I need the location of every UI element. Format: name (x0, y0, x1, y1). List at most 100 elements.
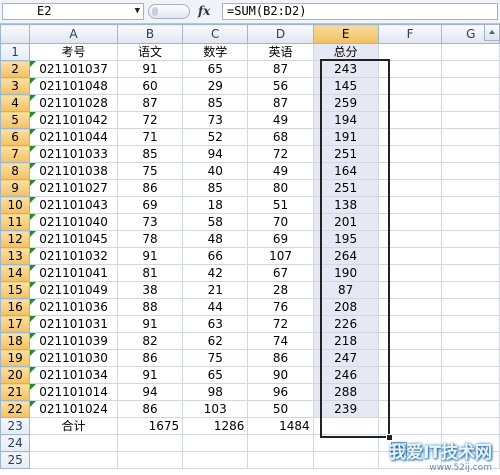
row-header[interactable]: 17 (0, 315, 31, 333)
cell[interactable] (247, 451, 314, 469)
row-header[interactable]: 9 (0, 179, 31, 197)
cell[interactable] (441, 400, 500, 418)
cell-sum-math[interactable]: 1286 (182, 417, 249, 435)
cell-total-label[interactable]: 合计 (29, 417, 118, 435)
cell-chinese[interactable]: 91 (116, 247, 184, 265)
cell-total[interactable]: 288 (312, 383, 379, 401)
cell-english[interactable]: 72 (247, 145, 314, 163)
cell-exam-no[interactable]: 021101043 (29, 196, 118, 214)
cell-english[interactable]: 72 (247, 315, 314, 333)
cell[interactable] (312, 451, 379, 469)
cell-math[interactable]: 48 (182, 230, 249, 248)
cell[interactable] (441, 128, 500, 146)
cell-english[interactable]: 51 (247, 196, 314, 214)
cell-math[interactable]: 73 (182, 111, 249, 129)
cell-math[interactable]: 63 (182, 315, 249, 333)
cell[interactable] (377, 264, 443, 282)
cell[interactable] (377, 383, 443, 401)
cell-chinese[interactable]: 86 (116, 179, 184, 197)
cell-math[interactable]: 40 (182, 162, 249, 180)
cell[interactable] (377, 162, 443, 180)
cell-english[interactable]: 50 (247, 400, 314, 418)
cell[interactable] (441, 315, 500, 333)
cell-math[interactable]: 66 (182, 247, 249, 265)
cell-english[interactable]: 67 (247, 264, 314, 282)
cell-total[interactable]: 138 (312, 196, 379, 214)
cell[interactable] (441, 213, 500, 231)
cell[interactable] (29, 434, 118, 452)
cell-math[interactable]: 94 (182, 145, 249, 163)
cell-english[interactable]: 87 (247, 60, 314, 78)
cell-total[interactable]: 246 (312, 366, 379, 384)
cell[interactable] (441, 179, 500, 197)
cell[interactable] (441, 77, 500, 95)
cell-total[interactable]: 194 (312, 111, 379, 129)
cell-english[interactable]: 68 (247, 128, 314, 146)
column-header-c[interactable]: C (182, 24, 249, 44)
cell-chinese[interactable]: 69 (116, 196, 184, 214)
row-header[interactable]: 24 (0, 434, 31, 452)
cell-total[interactable]: 251 (312, 145, 379, 163)
cell-math[interactable]: 42 (182, 264, 249, 282)
cell[interactable] (377, 213, 443, 231)
cell-total[interactable]: 145 (312, 77, 379, 95)
cell-exam-no[interactable]: 021101034 (29, 366, 118, 384)
cell-chinese[interactable]: 94 (116, 383, 184, 401)
row-header[interactable]: 8 (0, 162, 31, 180)
cell-english[interactable]: 28 (247, 281, 314, 299)
cell-math[interactable]: 65 (182, 366, 249, 384)
cell[interactable] (441, 332, 500, 350)
cell-header-exam-no[interactable]: 考号 (29, 43, 118, 61)
cell-exam-no[interactable]: 021101036 (29, 298, 118, 316)
cell-math[interactable]: 62 (182, 332, 249, 350)
cell[interactable] (441, 111, 500, 129)
row-header[interactable]: 4 (0, 94, 31, 112)
insert-function-button[interactable]: fx (198, 3, 210, 20)
cell[interactable] (29, 451, 118, 469)
cell-exam-no[interactable]: 021101048 (29, 77, 118, 95)
cell[interactable] (441, 383, 500, 401)
cell-english[interactable]: 86 (247, 349, 314, 367)
cell-chinese[interactable]: 75 (116, 162, 184, 180)
cell-math[interactable]: 58 (182, 213, 249, 231)
cell[interactable] (441, 264, 500, 282)
cell-sum-english[interactable]: 1484 (247, 417, 314, 435)
cell[interactable] (377, 128, 443, 146)
cell[interactable] (116, 434, 184, 452)
cell-english[interactable]: 87 (247, 94, 314, 112)
column-header-d[interactable]: D (247, 24, 314, 44)
row-header[interactable]: 13 (0, 247, 31, 265)
cell-english[interactable]: 49 (247, 162, 314, 180)
cell-english[interactable]: 56 (247, 77, 314, 95)
cell-exam-no[interactable]: 021101030 (29, 349, 118, 367)
cell-total[interactable]: 264 (312, 247, 379, 265)
row-header[interactable]: 23 (0, 417, 31, 435)
cell-header-english[interactable]: 英语 (247, 43, 314, 61)
cell-header-chinese[interactable]: 语文 (116, 43, 184, 61)
cell[interactable] (441, 60, 500, 78)
cell-total[interactable]: 226 (312, 315, 379, 333)
cell-math[interactable]: 98 (182, 383, 249, 401)
cell[interactable] (377, 281, 443, 299)
column-header-b[interactable]: B (116, 24, 184, 44)
cell-total[interactable]: 259 (312, 94, 379, 112)
cell-header-total[interactable]: 总分 (312, 43, 379, 61)
cell-chinese[interactable]: 78 (116, 230, 184, 248)
row-header[interactable]: 12 (0, 230, 31, 248)
column-header-a[interactable]: A (29, 24, 118, 44)
cell-chinese[interactable]: 91 (116, 366, 184, 384)
cell-exam-no[interactable]: 021101038 (29, 162, 118, 180)
cell-exam-no[interactable]: 021101032 (29, 247, 118, 265)
row-header[interactable]: 5 (0, 111, 31, 129)
cell-chinese[interactable]: 85 (116, 145, 184, 163)
cell-chinese[interactable]: 91 (116, 60, 184, 78)
cell[interactable] (377, 366, 443, 384)
cell-math[interactable]: 75 (182, 349, 249, 367)
cell-sum-chinese[interactable]: 1675 (116, 417, 184, 435)
cell-total[interactable]: 239 (312, 400, 379, 418)
cell-total[interactable]: 164 (312, 162, 379, 180)
cell-exam-no[interactable]: 021101049 (29, 281, 118, 299)
cell[interactable] (441, 298, 500, 316)
row-header[interactable]: 14 (0, 264, 31, 282)
cell-english[interactable]: 76 (247, 298, 314, 316)
